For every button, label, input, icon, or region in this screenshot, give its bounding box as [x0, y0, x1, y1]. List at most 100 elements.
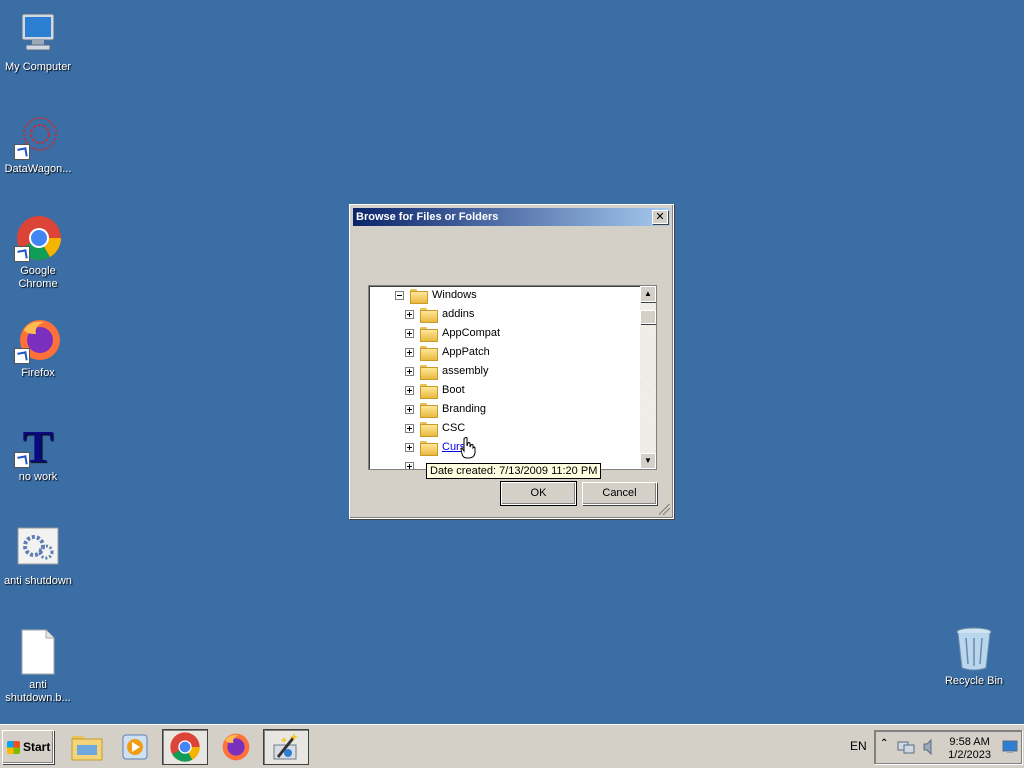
- close-icon: ✕: [655, 211, 665, 223]
- folder-icon: [420, 346, 438, 361]
- tree-item-label: Branding: [442, 403, 487, 415]
- expand-icon[interactable]: [405, 386, 414, 395]
- folder-icon: [420, 327, 438, 342]
- tree-item-label: Windows: [432, 289, 477, 301]
- shortcut-arrow-icon: [14, 144, 30, 160]
- network-icon[interactable]: [897, 739, 915, 755]
- taskbar-firefox[interactable]: [213, 729, 259, 765]
- desktop-icon-datawagon[interactable]: DataWagon...: [0, 112, 76, 176]
- firefox-icon: [222, 733, 250, 761]
- desktop-icon-chrome[interactable]: Google Chrome: [0, 214, 76, 291]
- expand-icon[interactable]: [405, 405, 414, 414]
- tree-item-label: addins: [442, 308, 475, 320]
- folder-explorer-icon: [71, 736, 103, 761]
- expand-icon[interactable]: [405, 443, 414, 452]
- clock-time: 9:58 AM: [949, 736, 990, 748]
- clock[interactable]: 9:58 AM 1/2/2023: [948, 736, 991, 762]
- desktop-icon-label: My Computer: [4, 61, 72, 73]
- clock-date: 1/2/2023: [948, 749, 991, 761]
- cancel-button[interactable]: Cancel: [582, 482, 657, 505]
- tree-item-boot[interactable]: Boot: [405, 381, 465, 400]
- expand-icon[interactable]: [405, 367, 414, 376]
- ok-button[interactable]: OK: [500, 481, 577, 506]
- recycle-bin-icon: [950, 624, 998, 672]
- desktop-icon-my-computer[interactable]: My Computer: [0, 10, 76, 74]
- desktop-icon-label: DataWagon...: [4, 163, 72, 175]
- show-desktop-icon[interactable]: [1002, 740, 1018, 754]
- taskbar-explorer[interactable]: [64, 729, 110, 765]
- dialog-titlebar[interactable]: Browse for Files or Folders ✕: [353, 208, 670, 226]
- folder-icon: [420, 384, 438, 399]
- folder-icon: [420, 403, 438, 418]
- taskbar-media-player[interactable]: [112, 729, 158, 765]
- volume-icon[interactable]: [923, 739, 937, 755]
- tree-item-addins[interactable]: addins: [405, 305, 474, 324]
- file-icon: [14, 628, 62, 676]
- tree-item-label: Boot: [442, 384, 465, 396]
- tree-item-partial[interactable]: [405, 457, 420, 469]
- windows-logo-icon: [7, 741, 20, 754]
- tree-scrollbar[interactable]: ▲ ▼: [640, 286, 656, 469]
- show-hidden-icons-icon[interactable]: ⌃: [880, 738, 888, 749]
- desktop-icon-firefox[interactable]: Firefox: [0, 316, 76, 380]
- folder-icon: [420, 441, 438, 456]
- settings-gears-icon: [14, 524, 62, 572]
- desktop-icon-label: anti shutdown: [4, 575, 72, 587]
- folder-icon: [420, 422, 438, 437]
- taskbar: Start EN ⌃ 9:58 AM 1/2/2023: [0, 724, 1024, 768]
- tree-item-label: AppCompat: [442, 327, 501, 339]
- folder-icon: [420, 365, 438, 380]
- desktop-icon-recycle-bin[interactable]: Recycle Bin: [936, 624, 1012, 688]
- folder-icon: [410, 289, 428, 304]
- desktop-icon-anti-shutdown-bat[interactable]: anti shutdown.b...: [0, 628, 76, 705]
- scroll-down-button[interactable]: ▼: [640, 453, 656, 469]
- shortcut-arrow-icon: [14, 452, 30, 468]
- language-indicator[interactable]: EN: [850, 739, 867, 753]
- scroll-up-button[interactable]: ▲: [640, 286, 656, 302]
- taskbar-chrome[interactable]: [162, 729, 208, 765]
- scroll-thumb[interactable]: [640, 310, 656, 324]
- hand-cursor-icon: [460, 437, 476, 459]
- shortcut-arrow-icon: [14, 348, 30, 364]
- expand-icon[interactable]: [405, 424, 414, 433]
- tree-item-label: AppPatch: [442, 346, 490, 358]
- tree-item-csc[interactable]: CSC: [405, 419, 465, 438]
- desktop-icon-label: Google Chrome: [18, 265, 58, 290]
- tree-item-windows[interactable]: Windows: [395, 286, 477, 305]
- desktop-icon-label: Firefox: [21, 367, 55, 379]
- letter-t-icon: T: [14, 420, 62, 472]
- tree-item-assembly[interactable]: assembly: [405, 362, 488, 381]
- desktop-icon-label: anti shutdown.b...: [5, 679, 71, 704]
- taskbar-wizard-app[interactable]: [263, 729, 309, 765]
- wizard-wand-icon: [273, 733, 298, 760]
- desktop-icon-label: Recycle Bin: [944, 675, 1004, 687]
- expand-icon[interactable]: [405, 329, 414, 338]
- expand-icon[interactable]: [405, 310, 414, 319]
- system-tray: ⌃ 9:58 AM 1/2/2023: [874, 730, 1022, 764]
- start-label: Start: [23, 740, 51, 754]
- computer-icon: [14, 10, 62, 58]
- dialog-title: Browse for Files or Folders: [356, 211, 499, 223]
- collapse-icon[interactable]: [395, 291, 404, 300]
- close-button[interactable]: ✕: [652, 210, 668, 224]
- desktop-icon-anti-shutdown[interactable]: anti shutdown: [0, 524, 76, 588]
- tree-item-label: CSC: [442, 422, 466, 434]
- resize-grip-icon[interactable]: [659, 504, 670, 515]
- datawagon-icon: [14, 112, 62, 160]
- desktop-icon-no-work[interactable]: T no work: [0, 420, 76, 484]
- expand-icon[interactable]: [405, 348, 414, 357]
- start-button[interactable]: Start: [2, 730, 54, 764]
- tree-item-branding[interactable]: Branding: [405, 400, 486, 419]
- tree-item-apppatch[interactable]: AppPatch: [405, 343, 490, 362]
- firefox-icon: [14, 316, 62, 364]
- folder-tree[interactable]: Windows addins AppCompat AppPatch assemb…: [368, 285, 657, 470]
- expand-icon[interactable]: [405, 462, 414, 469]
- folder-icon: [420, 308, 438, 323]
- tree-item-label: assembly: [442, 365, 489, 377]
- tree-item-appcompat[interactable]: AppCompat: [405, 324, 500, 343]
- desktop-icon-label: no work: [18, 471, 58, 483]
- chrome-icon: [14, 214, 62, 262]
- tree-item-cursors[interactable]: Curs: [405, 438, 465, 457]
- shortcut-arrow-icon: [14, 246, 30, 262]
- chrome-icon: [170, 732, 200, 762]
